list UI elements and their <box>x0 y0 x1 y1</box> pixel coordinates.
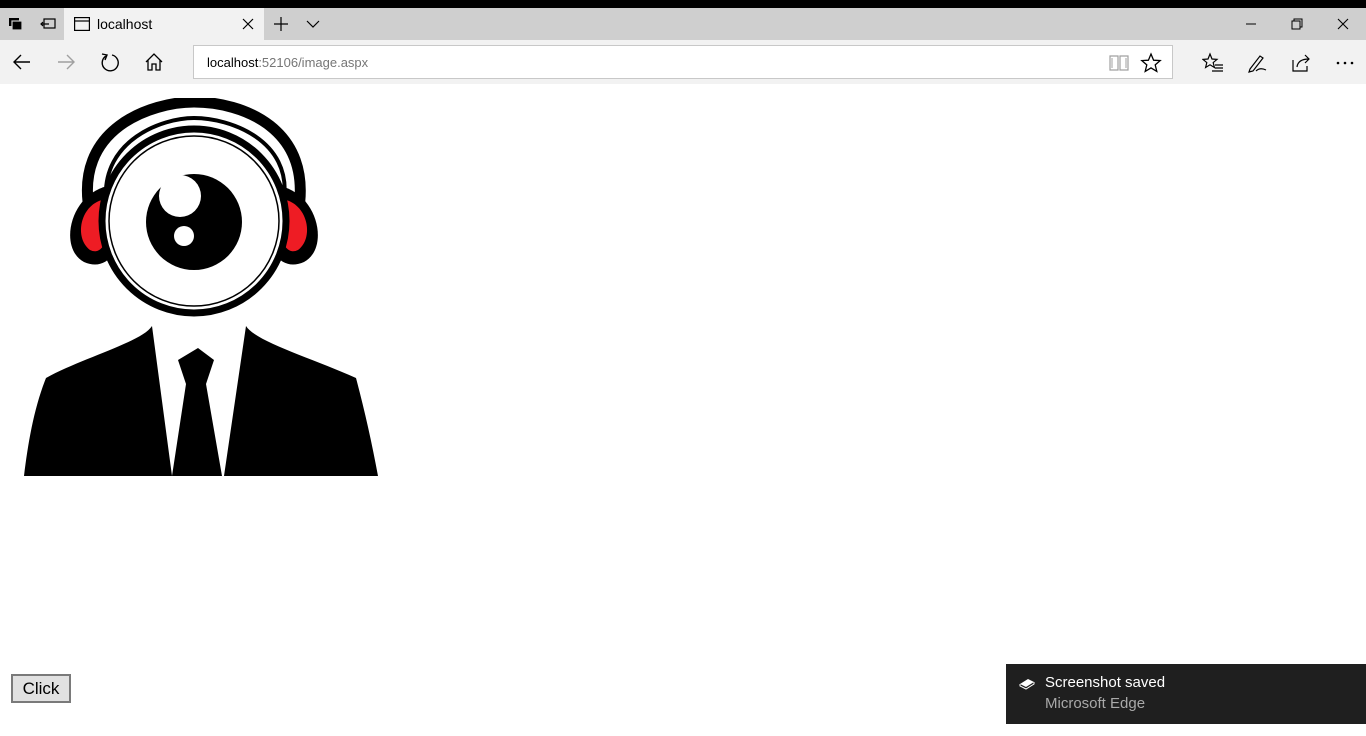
book-icon <box>1109 55 1129 71</box>
refresh-button[interactable] <box>92 46 128 78</box>
tab-localhost[interactable]: localhost <box>64 8 264 40</box>
chevron-down-icon <box>306 20 320 28</box>
add-favorite-button[interactable] <box>1140 52 1162 74</box>
click-button[interactable]: Click <box>11 674 71 703</box>
forward-button[interactable] <box>48 46 84 78</box>
headphone-eye-man-image <box>24 98 378 476</box>
refresh-icon <box>101 53 119 72</box>
plus-icon <box>274 17 288 31</box>
navigation-bar: localhost:52106/image.aspx <box>0 40 1366 84</box>
restore-icon <box>1291 18 1303 30</box>
minimize-button[interactable] <box>1228 8 1274 40</box>
url-path: :52106/image.aspx <box>258 55 369 70</box>
pen-icon <box>1248 55 1267 73</box>
more-button[interactable] <box>1326 46 1362 78</box>
star-icon <box>1140 52 1162 73</box>
restore-button[interactable] <box>1274 8 1320 40</box>
close-tab-icon[interactable] <box>240 16 256 32</box>
new-tab-button[interactable] <box>268 8 294 40</box>
window-top-border <box>0 0 1366 8</box>
forward-arrow-icon <box>58 54 75 70</box>
tab-title: localhost <box>97 16 153 32</box>
notification-title: Screenshot saved <box>1045 674 1166 691</box>
favorites-list-icon <box>1202 52 1223 72</box>
more-icon <box>1336 61 1354 65</box>
close-window-button[interactable] <box>1320 8 1366 40</box>
reading-view-button[interactable] <box>1108 52 1130 74</box>
screenshot-saved-notification[interactable]: Screenshot saved Microsoft Edge <box>1006 664 1366 724</box>
screenshot-icon <box>1019 679 1035 690</box>
show-set-aside-tabs-icon[interactable] <box>32 8 64 40</box>
back-button[interactable] <box>4 46 40 78</box>
url-text[interactable]: localhost:52106/image.aspx <box>207 55 368 70</box>
address-bar[interactable]: localhost:52106/image.aspx <box>193 45 1173 79</box>
home-icon <box>145 53 163 71</box>
page-content: Click <box>0 84 1366 736</box>
minimize-icon <box>1246 23 1256 25</box>
home-button[interactable] <box>136 46 172 78</box>
share-button[interactable] <box>1282 46 1318 78</box>
notes-button[interactable] <box>1238 46 1274 78</box>
close-icon <box>1337 18 1349 30</box>
favorites-hub-button[interactable] <box>1194 46 1230 78</box>
back-arrow-icon <box>13 54 30 70</box>
share-icon <box>1292 54 1310 72</box>
url-host: localhost <box>207 55 259 70</box>
set-aside-tabs-icon[interactable] <box>0 8 32 40</box>
page-icon <box>74 17 90 31</box>
notification-source: Microsoft Edge <box>1045 695 1146 712</box>
tab-list-button[interactable] <box>300 8 326 40</box>
tab-bar: localhost <box>0 8 1366 40</box>
